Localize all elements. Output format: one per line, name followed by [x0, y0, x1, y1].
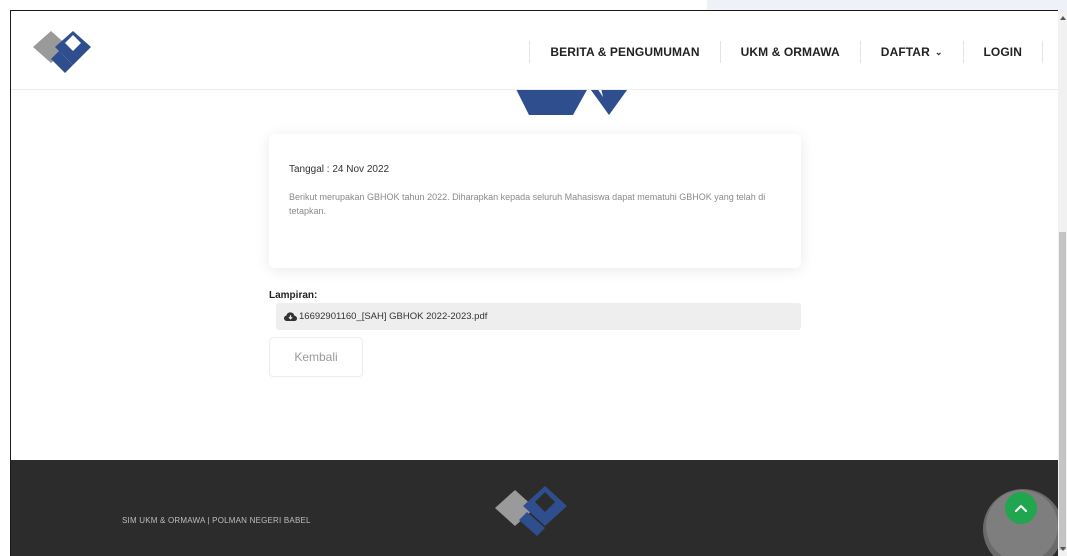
- chevron-down-icon: ⌄: [934, 47, 943, 57]
- attachment-filename: 16692901160_[SAH] GBHOK 2022-2023.pdf: [299, 311, 488, 322]
- browser-viewport: BERITA & PENGUMUMAN UKM & ORMAWA DAFTAR ⌄…: [0, 0, 1067, 556]
- footer-logo-icon: [495, 486, 567, 536]
- footer-copyright: SIM UKM & ORMAWA | POLMAN NEGERI BABEL: [122, 516, 311, 525]
- nav-label: BERITA & PENGUMUMAN: [550, 45, 700, 59]
- cloud-download-icon: [284, 311, 297, 321]
- nav-berita-pengumuman[interactable]: BERITA & PENGUMUMAN: [529, 41, 721, 63]
- scroll-up-arrow-icon[interactable]: [1060, 16, 1066, 20]
- scroll-down-arrow-icon[interactable]: [1060, 547, 1066, 551]
- brand-logo-icon[interactable]: [31, 25, 93, 75]
- main-nav: BERITA & PENGUMUMAN UKM & ORMAWA DAFTAR ⌄…: [529, 41, 1043, 63]
- announcement-date: Tanggal : 24 Nov 2022: [289, 164, 390, 175]
- chevron-up-icon: [1015, 505, 1027, 512]
- nav-daftar-dropdown[interactable]: DAFTAR ⌄: [861, 41, 964, 63]
- nav-label: LOGIN: [983, 45, 1022, 59]
- nav-label: UKM & ORMAWA: [740, 45, 840, 59]
- top-strip: [0, 0, 1067, 10]
- attachment-link[interactable]: 16692901160_[SAH] GBHOK 2022-2023.pdf: [276, 303, 801, 330]
- back-to-top-button[interactable]: [1005, 492, 1037, 524]
- site-header: BERITA & PENGUMUMAN UKM & ORMAWA DAFTAR ⌄…: [11, 11, 1058, 90]
- scrollbar-thumb[interactable]: [1059, 232, 1066, 550]
- vertical-scrollbar[interactable]: [1058, 10, 1067, 556]
- nav-login[interactable]: LOGIN: [964, 41, 1043, 63]
- announcement-body: Berikut merupakan GBHOK tahun 2022. Diha…: [289, 192, 766, 216]
- nav-label: DAFTAR: [880, 45, 930, 59]
- page: BERITA & PENGUMUMAN UKM & ORMAWA DAFTAR ⌄…: [10, 10, 1058, 556]
- announcement-card: Tanggal : 24 Nov 2022 Berikut merupakan …: [269, 134, 801, 268]
- attachment-label: Lampiran:: [269, 290, 318, 301]
- site-footer: SIM UKM & ORMAWA | POLMAN NEGERI BABEL: [11, 460, 1058, 556]
- nav-ukm-ormawa[interactable]: UKM & ORMAWA: [721, 41, 861, 63]
- back-button[interactable]: Kembali: [269, 337, 363, 377]
- top-strip-decoration: [707, 0, 1067, 10]
